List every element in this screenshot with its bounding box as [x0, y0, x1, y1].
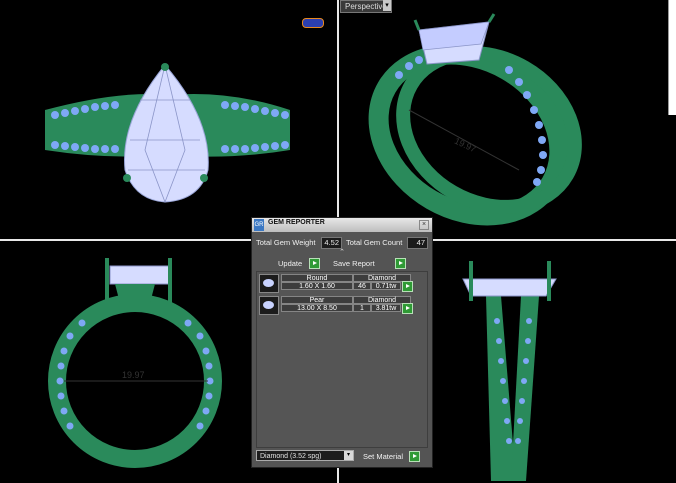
ring-perspective-view — [368, 13, 582, 226]
panel-title: GEM REPORTER — [268, 219, 325, 226]
set-material-button[interactable] — [409, 451, 420, 462]
save-report-label: Save Report — [333, 259, 375, 268]
material-select-value: Diamond (3.52 spg) — [260, 453, 322, 460]
save-report-button[interactable] — [395, 258, 406, 269]
gem-shape: Pear — [281, 296, 353, 304]
gem-size: 13.00 X 8.50 — [281, 304, 353, 312]
gem-count: 1 — [353, 304, 371, 312]
select-gem-button[interactable] — [402, 303, 413, 314]
total-weight-value: 4.52 — [321, 237, 342, 249]
ring-profile-view — [462, 261, 557, 481]
viewport-bottom-right[interactable] — [431, 241, 676, 483]
chevron-down-icon[interactable]: ▾ — [383, 0, 391, 11]
ring-front-view — [45, 63, 290, 204]
material-select[interactable]: Diamond (3.52 spg) ▾ — [256, 450, 354, 461]
gem-shape: Round — [281, 274, 353, 282]
side-panel-strip — [668, 0, 676, 115]
total-count-value: 47 — [407, 237, 428, 249]
chevron-down-icon[interactable]: ▾ — [344, 451, 353, 460]
round-gem-icon — [259, 274, 279, 293]
gem-row-pear[interactable]: Pear Diamond 13.00 X 8.50 1 3.81tw — [259, 296, 415, 315]
view-navigator-icon[interactable] — [302, 18, 324, 28]
pear-gem-icon — [259, 296, 279, 315]
total-weight-label: Total Gem Weight — [256, 238, 316, 247]
set-material-label: Set Material — [363, 452, 404, 461]
gem-row-round[interactable]: Round Diamond 1.60 X 1.60 46 0.71tw — [259, 274, 415, 293]
select-gem-button[interactable] — [402, 281, 413, 292]
gem-size: 1.60 X 1.60 — [281, 282, 353, 290]
gem-count: 46 — [353, 282, 371, 290]
collapse-chevron-icon[interactable]: ⌃ — [338, 249, 346, 256]
viewport-top-left[interactable] — [0, 0, 337, 239]
viewport-top-right[interactable]: 19.97 — [339, 0, 668, 239]
update-label: Update — [278, 259, 303, 268]
gem-reporter-panel: GR GEM REPORTER × Total Gem Weight 4.52 … — [251, 217, 433, 468]
viewport-bottom-left[interactable]: 19.97 — [0, 241, 250, 483]
panel-title-bar[interactable]: GR GEM REPORTER × — [252, 218, 432, 232]
total-count-label: Total Gem Count — [346, 238, 403, 247]
update-button[interactable] — [309, 258, 320, 269]
close-icon[interactable]: × — [419, 220, 429, 230]
ring-side-view — [48, 258, 222, 468]
gem-weight: 0.71tw — [371, 282, 401, 290]
gem-list: Round Diamond 1.60 X 1.60 46 0.71tw Pear… — [256, 271, 428, 448]
dimension-label-side: 19.97 — [122, 370, 145, 380]
gem-weight: 3.81tw — [371, 304, 401, 312]
gem-reporter-logo-icon: GR — [254, 219, 264, 231]
